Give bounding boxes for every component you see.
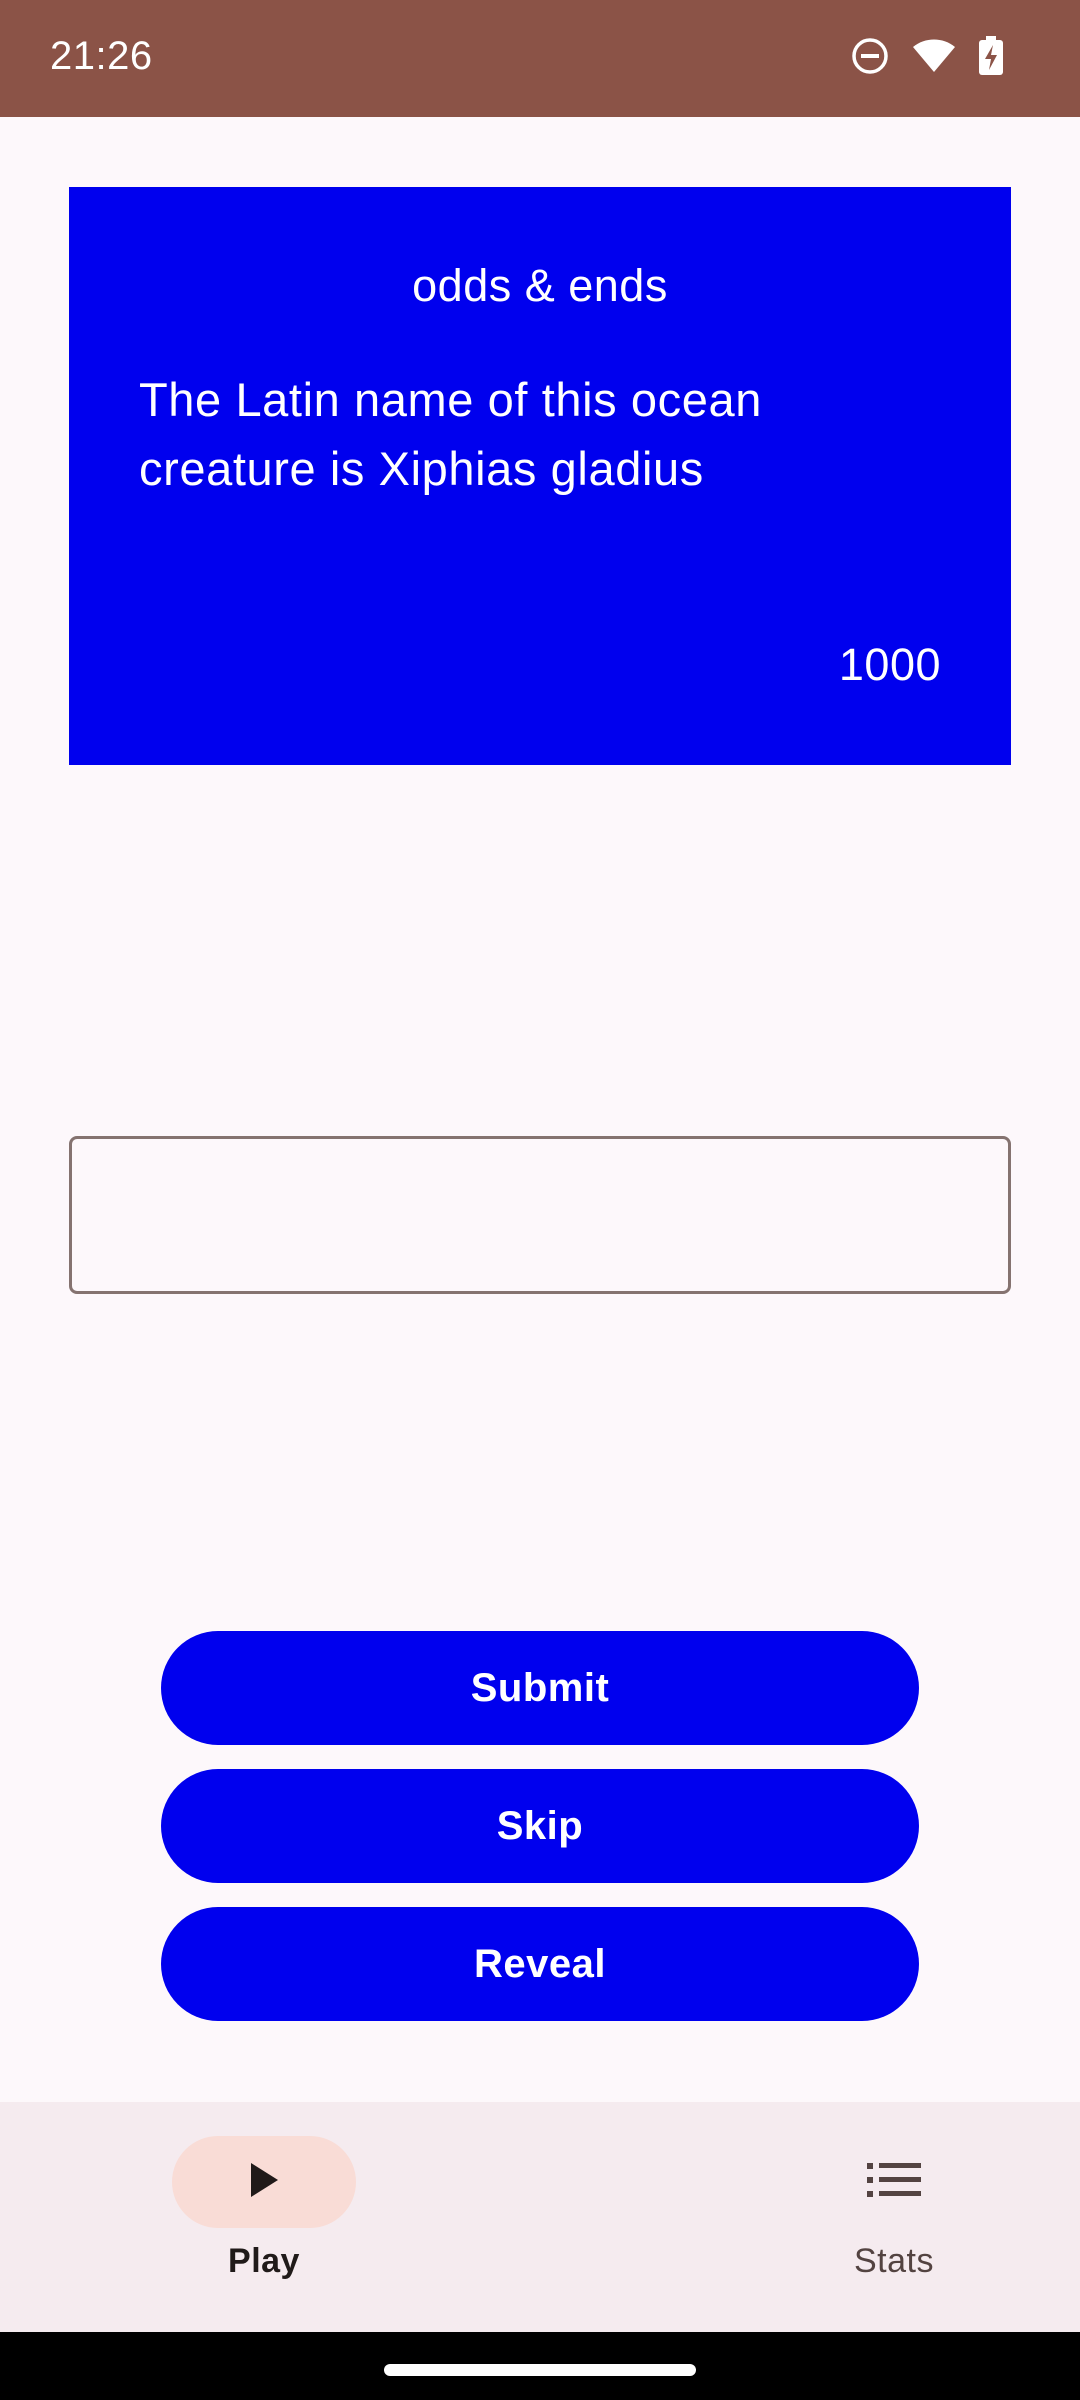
battery-charging-icon	[978, 35, 1004, 81]
nav-label-play: Play	[228, 2242, 300, 2280]
answer-input[interactable]	[69, 1136, 1011, 1294]
play-icon	[247, 2161, 281, 2204]
list-icon	[867, 2162, 921, 2203]
wifi-icon	[912, 38, 956, 79]
status-icons	[850, 35, 1004, 81]
reveal-button[interactable]: Reveal	[161, 1907, 919, 2021]
skip-button[interactable]: Skip	[161, 1769, 919, 1883]
status-bar: 21:26	[0, 0, 1080, 117]
nav-active-indicator	[172, 2136, 356, 2228]
clue-text: The Latin name of this ocean creature is…	[139, 373, 762, 495]
submit-button[interactable]: Submit	[161, 1631, 919, 1745]
nav-item-play[interactable]: Play	[0, 2102, 540, 2332]
do-not-disturb-icon	[850, 36, 890, 81]
app-screen: 21:26 odds & ends The Latin name of this…	[0, 0, 1080, 2400]
bottom-navigation: Play Stats	[0, 2102, 1080, 2332]
gesture-handle[interactable]	[384, 2364, 696, 2376]
nav-label-stats: Stats	[854, 2242, 934, 2280]
system-navigation-bar	[0, 2332, 1080, 2400]
clue-card: odds & ends The Latin name of this ocean…	[69, 187, 1011, 765]
clue-category: odds & ends	[412, 260, 668, 311]
nav-inactive-indicator	[802, 2136, 986, 2228]
status-time: 21:26	[50, 34, 153, 78]
clue-value: 1000	[838, 639, 941, 690]
nav-item-stats[interactable]: Stats	[540, 2102, 1080, 2332]
